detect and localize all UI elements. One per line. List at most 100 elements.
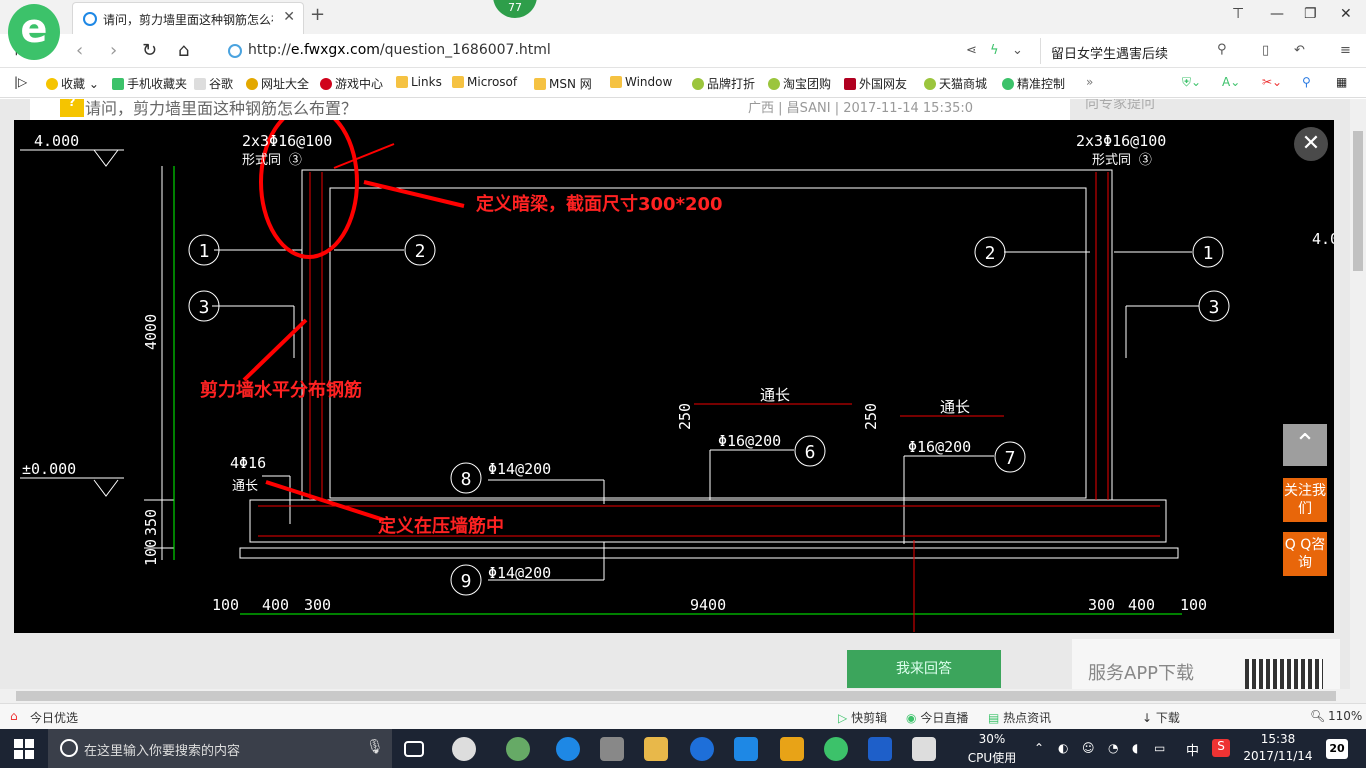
viewer-close-button[interactable]: ✕ [1294, 127, 1328, 161]
bookmark-item[interactable]: Microsof [452, 75, 517, 89]
bookmark-item[interactable]: 谷歌 [194, 75, 233, 92]
forward-icon[interactable]: › [110, 40, 117, 61]
today-pick-link[interactable]: 今日优选 [30, 709, 78, 726]
search-text: 留日女学生遇害后续 [1051, 47, 1169, 62]
dim-100: 100 [142, 539, 160, 566]
status-item[interactable]: ▤ 热点资讯 [988, 709, 1051, 726]
ref-1: 1 [199, 241, 210, 262]
browser-logo-icon[interactable]: e [8, 4, 60, 60]
shirt-icon[interactable]: ⊤ [1232, 6, 1244, 22]
bookmark-item[interactable]: 网址大全 [246, 75, 309, 92]
speed-badge[interactable]: 77 [493, 0, 537, 18]
shield-icon[interactable]: ⛨⌄ [1182, 75, 1201, 90]
url-field[interactable]: http://e.fwxgx.com/question_1686007.html [248, 42, 551, 58]
tab-close-icon[interactable]: ✕ [283, 9, 295, 25]
g-app-icon[interactable] [868, 737, 892, 761]
wifi-icon[interactable]: ◔ [1108, 741, 1118, 755]
zoom-icon[interactable]: 🔍︎ [1310, 709, 1325, 723]
search-input[interactable]: 留日女学生遇害后续 ⚲ [1040, 38, 1240, 64]
minimize-icon[interactable]: — [1270, 6, 1284, 22]
vertical-scroll-thumb[interactable] [1353, 131, 1363, 271]
tray-app-icon[interactable]: ◐ [1058, 741, 1068, 755]
keyboard-icon[interactable]: ▭ [1154, 741, 1165, 755]
home-icon[interactable]: ⌂ [178, 40, 189, 61]
notification-center-icon[interactable]: 20 [1326, 739, 1348, 759]
tray-people-icon[interactable]: ☺ [1082, 741, 1095, 755]
url-dropdown-icon[interactable]: ⌄ [1012, 43, 1023, 58]
bookmark-toggle-icon[interactable]: |▷ [14, 75, 27, 89]
more-bookmarks-icon[interactable]: » [1086, 75, 1093, 89]
status-item-label: 下载 [1155, 711, 1180, 725]
store-icon[interactable] [600, 737, 624, 761]
vertical-scrollbar[interactable] [1350, 99, 1366, 689]
file-explorer-icon[interactable] [644, 737, 668, 761]
zoom-level[interactable]: 110% [1328, 709, 1362, 723]
ref-2-right: 2 [985, 243, 996, 264]
search-icon[interactable]: ⚲ [1217, 42, 1227, 57]
ref-1-right: 1 [1203, 243, 1214, 264]
maximize-icon[interactable]: ❐ [1304, 6, 1317, 22]
status-item[interactable]: ▷ 快剪辑 [838, 709, 887, 726]
pinwheel-app-icon[interactable] [452, 737, 476, 761]
translate-icon[interactable]: A⌄ [1222, 75, 1240, 89]
sogou-icon[interactable]: S [1212, 739, 1230, 757]
tray-chevron-icon[interactable]: ⌃ [1034, 741, 1044, 755]
bookmark-item[interactable]: 品牌打折 [692, 75, 755, 92]
edge-icon[interactable] [556, 737, 580, 761]
answer-button[interactable]: 我来回答 [847, 650, 1001, 688]
url-prefix: http:// [248, 42, 291, 58]
new-tab-button[interactable]: + [310, 4, 325, 25]
share-icon[interactable]: ⋖ [966, 43, 977, 58]
apps-grid-icon[interactable]: ▦ [1336, 75, 1347, 89]
clock-date[interactable]: 2017/11/14 [1240, 749, 1316, 763]
horizontal-scrollbar[interactable] [0, 689, 1366, 703]
bookmark-item[interactable]: 手机收藏夹 [112, 75, 187, 92]
browser-app-icon[interactable] [506, 737, 530, 761]
address-bar: |▷ ‹ › ↻ ⌂ http://e.fwxgx.com/question_1… [0, 34, 1366, 68]
back-icon[interactable]: ‹ [76, 40, 83, 61]
scissors-icon[interactable]: ✂⌄ [1262, 75, 1282, 89]
note-anliang: 定义暗梁，截面尺寸300*200 [476, 193, 723, 215]
qq-consult-button[interactable]: Q Q咨询 [1283, 532, 1327, 576]
bookmark-item[interactable]: 游戏中心 [320, 75, 383, 92]
bookmark-item[interactable]: 天猫商城 [924, 75, 987, 92]
notes-app-icon[interactable] [780, 737, 804, 761]
refresh-icon[interactable]: ↻ [142, 40, 157, 61]
note-wall-rebar: 剪力墙水平分布钢筋 [200, 379, 362, 401]
ime-indicator[interactable]: 中 [1186, 740, 1199, 759]
status-item[interactable]: ↓ 下载 [1142, 709, 1180, 726]
volume-icon[interactable]: ◖ [1132, 741, 1138, 755]
bookmark-item[interactable]: 淘宝团购 [768, 75, 831, 92]
task-view-icon[interactable] [404, 741, 424, 757]
phone-icon[interactable]: ▯ [1262, 43, 1269, 58]
bookmark-label: 淘宝团购 [783, 77, 832, 91]
windows-start-icon[interactable] [14, 739, 34, 759]
follow-us-button[interactable]: 关注我们 [1283, 478, 1327, 522]
active-tab[interactable]: 请问，剪力墙里面这种钢筋怎么布置？ ✕ [72, 2, 304, 34]
clock-time[interactable]: 15:38 [1240, 732, 1316, 746]
flash-icon[interactable]: ϟ [990, 43, 999, 58]
bookmark-item[interactable]: 精准控制 [1002, 75, 1065, 92]
menu-icon[interactable]: ≡ [1340, 43, 1351, 58]
bookmark-item[interactable]: MSN 网 [534, 75, 592, 92]
microphone-icon[interactable]: 🎙︎ [366, 739, 384, 755]
back-to-top-icon[interactable]: ⌃ [1283, 424, 1327, 466]
taskbar: 在这里输入你要搜索的内容 🎙︎ 30% CPU使用 ⌃ ◐ ☺ ◔ ◖ ▭ 中 … [0, 729, 1366, 768]
bookmark-item[interactable]: Window [610, 75, 672, 89]
taskbar-search[interactable]: 在这里输入你要搜索的内容 🎙︎ [48, 729, 392, 768]
bookmark-label: 品牌打折 [707, 77, 756, 91]
magnifier-icon[interactable]: ⚲ [1302, 75, 1311, 89]
bookmark-item[interactable]: 外国网友 [844, 75, 907, 92]
ie-icon[interactable] [690, 737, 714, 761]
bookmark-item[interactable]: Links [396, 75, 442, 89]
status-item[interactable]: ◉ 今日直播 [906, 709, 968, 726]
window-close-icon[interactable]: ✕ [1340, 6, 1352, 22]
horizontal-scroll-thumb[interactable] [16, 691, 1336, 701]
dim-250: 250 [862, 403, 880, 430]
bookmark-item[interactable]: 收藏 ⌄ [46, 75, 99, 92]
undo-icon[interactable]: ↶ [1294, 43, 1305, 58]
browser-2345-icon[interactable] [824, 737, 848, 761]
help-app-icon[interactable] [912, 737, 936, 761]
ask-expert-link[interactable]: 向专家提问 [1085, 99, 1155, 113]
tool-app-icon[interactable] [734, 737, 758, 761]
